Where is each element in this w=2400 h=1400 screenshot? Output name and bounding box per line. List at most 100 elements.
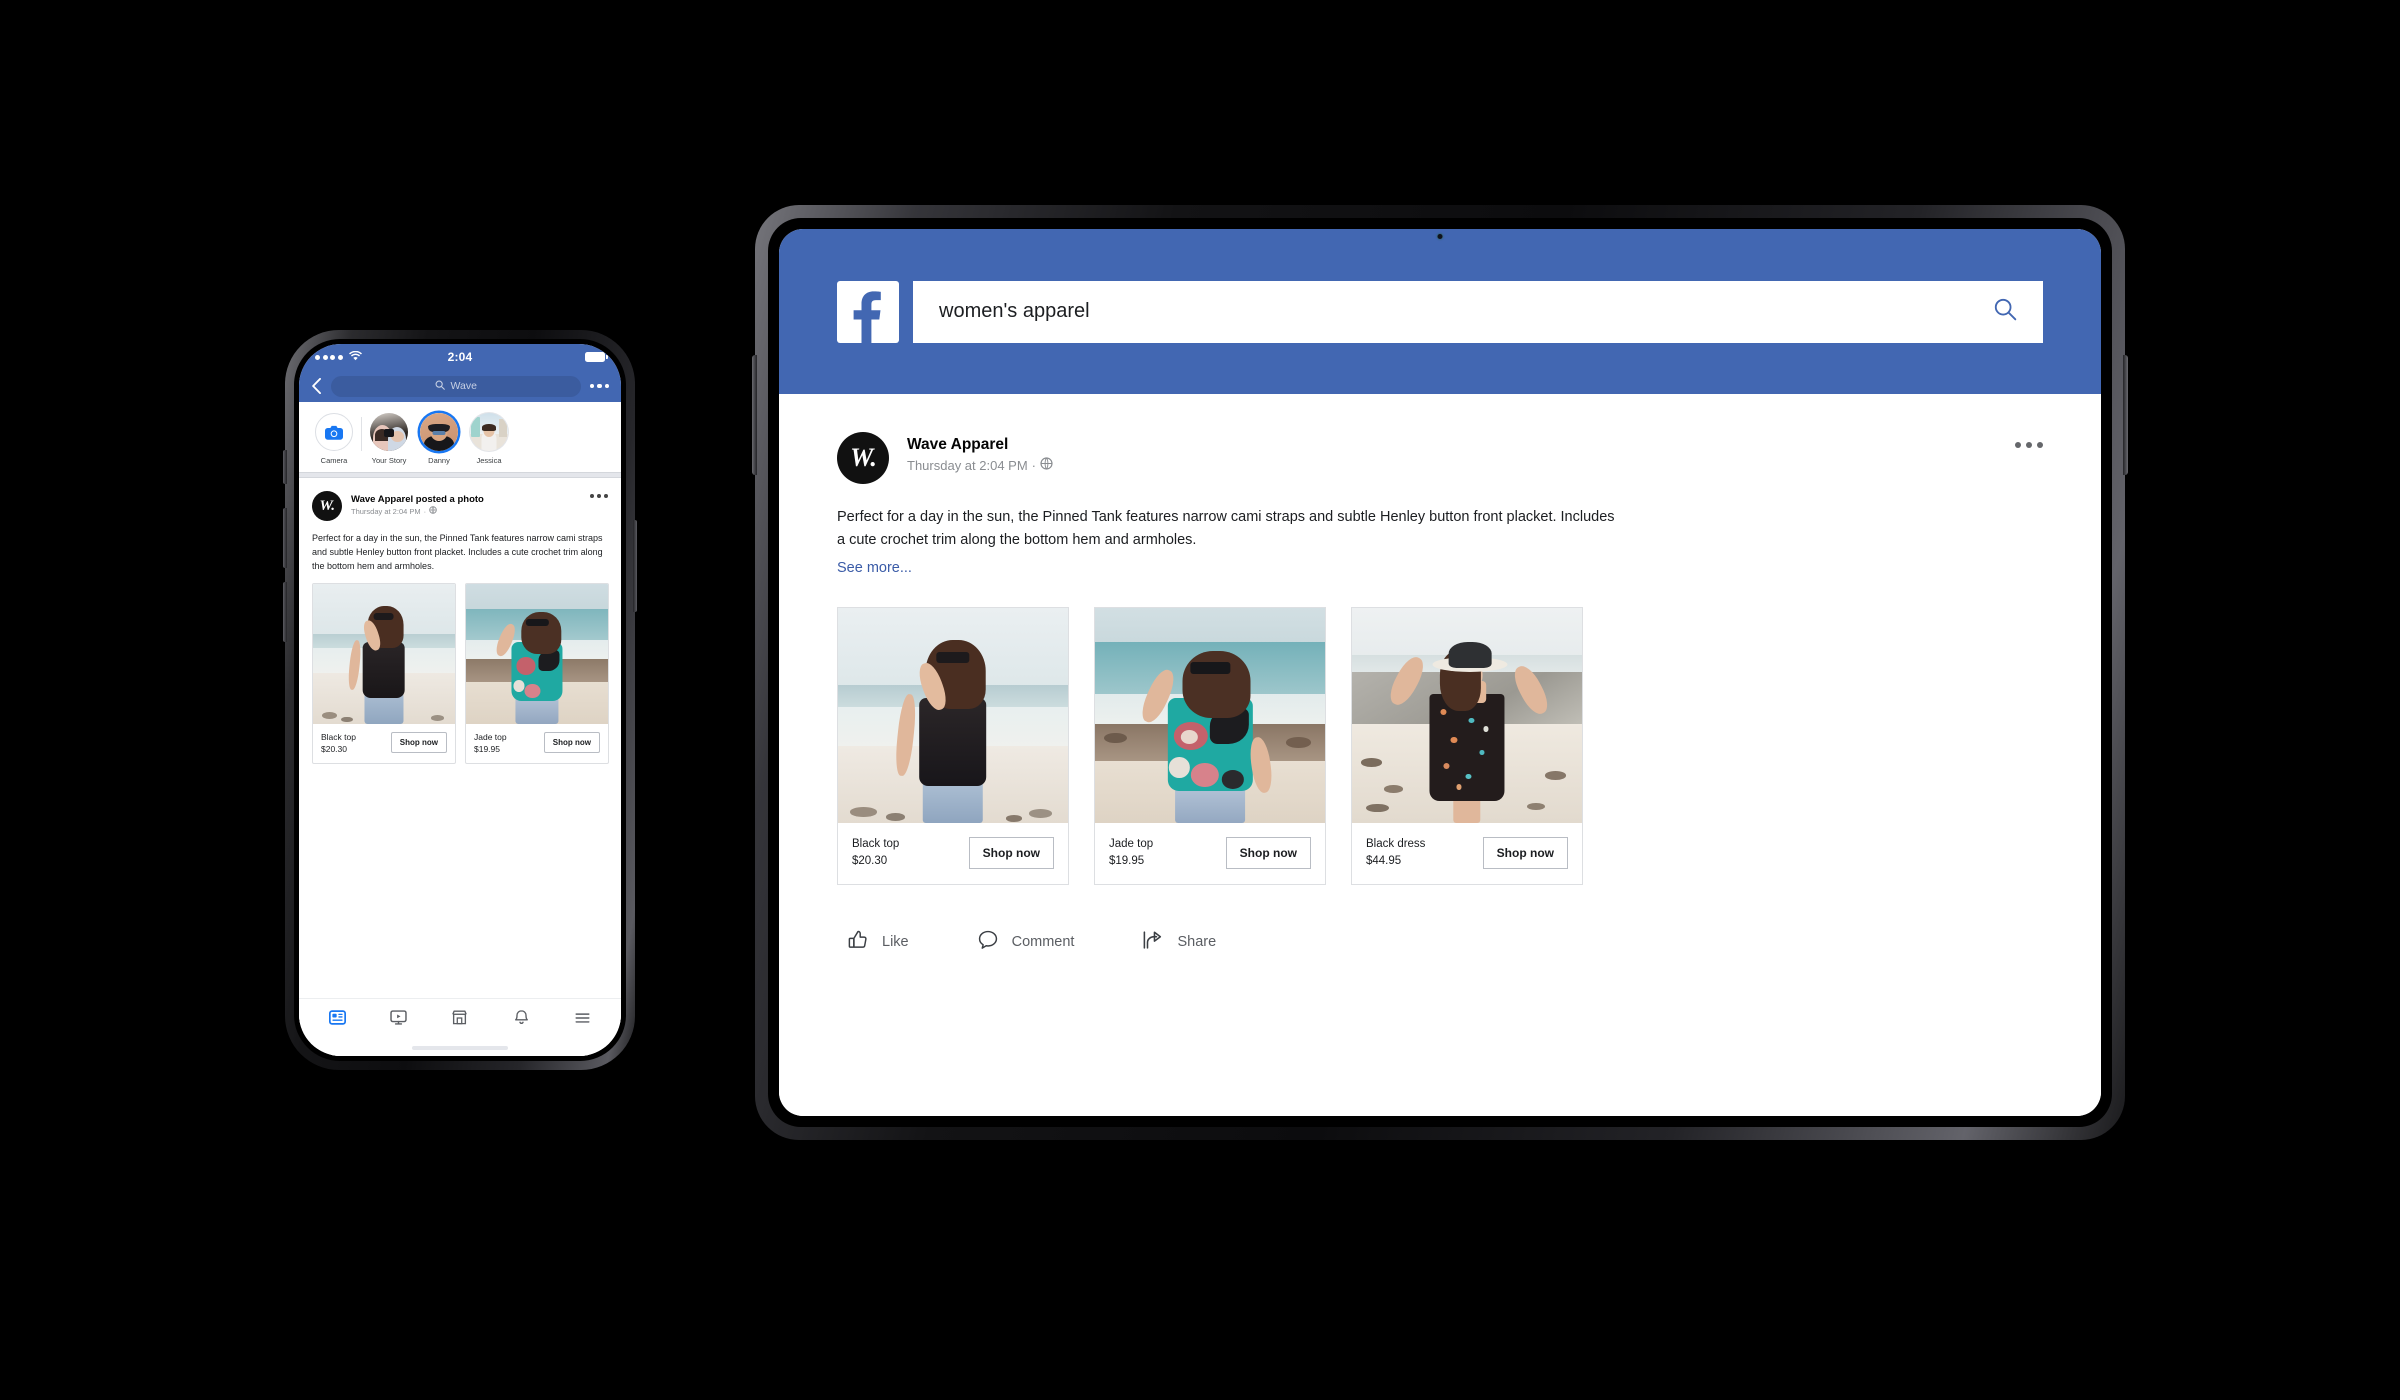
post-timestamp-row: Thursday at 2:04 PM · [907,456,1997,476]
post-author[interactable]: Wave Apparel posted a photo [351,494,581,506]
product-info: Jade top $19.95 [474,731,507,756]
shop-now-button[interactable]: Shop now [390,732,447,754]
avatar[interactable]: W. [837,432,889,484]
story-label: Jessica [476,456,502,465]
globe-icon [429,506,437,518]
phone-screen: 2:04 Wave Camera Your Story Danny Jessic… [299,344,621,1056]
phone-search-input[interactable]: Wave [331,375,581,397]
tablet-post-container: W. Wave Apparel Thursday at 2:04 PM · Pe… [779,394,2101,1116]
thumbs-up-icon [847,929,869,955]
shop-now-button[interactable]: Shop now [543,732,600,754]
product-card-footer: Jade top $19.95 Shop now [466,724,608,764]
phone-status-bar: 2:04 [299,344,621,370]
product-name: Black dress [1366,837,1426,850]
product-image-jade-top [466,583,608,724]
signal-dots-icon [315,354,343,360]
story-label: Your Story [371,456,407,465]
product-name: Jade top [474,731,507,742]
stories-divider [361,417,362,451]
like-button[interactable]: Like [847,929,909,955]
phone-search-value: Wave [450,380,477,392]
shop-now-button[interactable]: Shop now [968,837,1054,870]
search-icon[interactable] [1993,297,2017,326]
tablet-device-frame: women's apparel W. Wave Apparel Thursday… [752,205,2128,1140]
like-label: Like [882,934,909,951]
watch-video-icon[interactable] [390,1009,407,1031]
story-avatar [370,413,408,451]
product-name: Black top [852,837,900,850]
search-icon [435,380,445,393]
comment-bubble-icon [977,929,999,955]
post-timestamp-row: Thursday at 2:04 PM · [351,506,581,518]
phone-mute-switch[interactable] [283,450,287,484]
product-card-footer: Black dress $44.95 Shop now [1352,823,1582,885]
tablet-power-button[interactable] [2123,355,2128,475]
battery-icon [585,352,608,362]
product-card[interactable]: Jade top $19.95 Shop now [1094,606,1326,886]
home-indicator [299,1040,621,1056]
tablet-volume-button[interactable] [752,355,757,475]
story-jessica[interactable]: Jessica [464,413,514,465]
more-horizontal-icon[interactable] [2015,432,2043,448]
share-button[interactable]: Share [1142,929,1216,955]
post-body-text: Perfect for a day in the sun, the Pinned… [312,533,603,572]
status-bar-clock: 2:04 [447,350,473,364]
tablet-post-meta: Wave Apparel Thursday at 2:04 PM · [907,432,1997,475]
share-arrow-icon [1142,929,1164,955]
story-your-story[interactable]: + Your Story [364,413,414,465]
story-label: Camera [320,456,348,465]
product-price: $20.30 [321,743,347,754]
phone-post-header: W. Wave Apparel posted a photo Thursday … [299,478,621,521]
story-avatar [420,413,458,451]
menu-hamburger-icon[interactable] [574,1009,591,1031]
more-horizontal-icon[interactable] [590,491,608,498]
tablet-bezel: women's apparel W. Wave Apparel Thursday… [768,218,2112,1127]
product-card[interactable]: Black top $20.30 Shop now [312,582,456,765]
story-camera[interactable]: Camera [309,413,359,465]
share-label: Share [1177,934,1217,951]
comment-label: Comment [1011,934,1075,951]
avatar-mark: W. [850,443,877,472]
story-label: Danny [428,456,450,465]
more-horizontal-icon[interactable] [589,383,609,389]
screenshot-stage: 2:04 Wave Camera Your Story Danny Jessic… [0,0,2400,1400]
product-card[interactable]: Black dress $44.95 Shop now [1351,606,1583,886]
phone-volume-up-button[interactable] [283,508,287,568]
product-price: $44.95 [1366,855,1402,868]
phone-product-carousel[interactable]: Black top $20.30 Shop now Jade top $19.9… [299,582,621,765]
notifications-bell-icon[interactable] [513,1009,530,1031]
globe-icon [1040,456,1053,476]
story-danny[interactable]: Danny [414,413,464,465]
comment-button[interactable]: Comment [977,929,1075,955]
phone-power-button[interactable] [633,520,637,612]
news-feed-icon[interactable] [329,1009,347,1031]
post-timestamp: Thursday at 2:04 PM [907,457,1028,473]
phone-tab-bar [299,998,621,1040]
story-avatar [470,413,508,451]
camera-icon [315,413,353,451]
product-info: Black dress $44.95 [1366,836,1425,871]
post-actions-bar: Like Comment Share [837,885,2043,955]
marketplace-icon[interactable] [451,1009,468,1031]
see-more-link[interactable]: See more... [837,553,912,576]
product-card[interactable]: Jade top $19.95 Shop now [465,582,609,765]
facebook-logo-icon[interactable] [837,280,899,343]
product-card-footer: Black top $20.30 Shop now [838,823,1068,885]
product-image-black-top [313,583,455,724]
tablet-post-header: W. Wave Apparel Thursday at 2:04 PM · [837,432,2043,484]
product-info: Black top $20.30 [852,836,899,871]
search-input[interactable]: women's apparel [913,280,2043,343]
post-author[interactable]: Wave Apparel [907,435,1997,456]
search-input-value: women's apparel [939,300,1090,322]
phone-volume-down-button[interactable] [283,582,287,642]
product-card[interactable]: Black top $20.30 Shop now [837,606,1069,886]
phone-post-meta: Wave Apparel posted a photo Thursday at … [351,494,581,517]
product-image-jade-top [1095,607,1325,823]
facebook-header: women's apparel [779,229,2101,394]
chevron-left-icon[interactable] [311,378,322,394]
shop-now-button[interactable]: Shop now [1482,837,1568,870]
shop-now-button[interactable]: Shop now [1225,837,1311,870]
avatar-mark: W. [319,497,335,514]
avatar[interactable]: W. [312,491,342,521]
product-card-footer: Black top $20.30 Shop now [313,724,455,764]
